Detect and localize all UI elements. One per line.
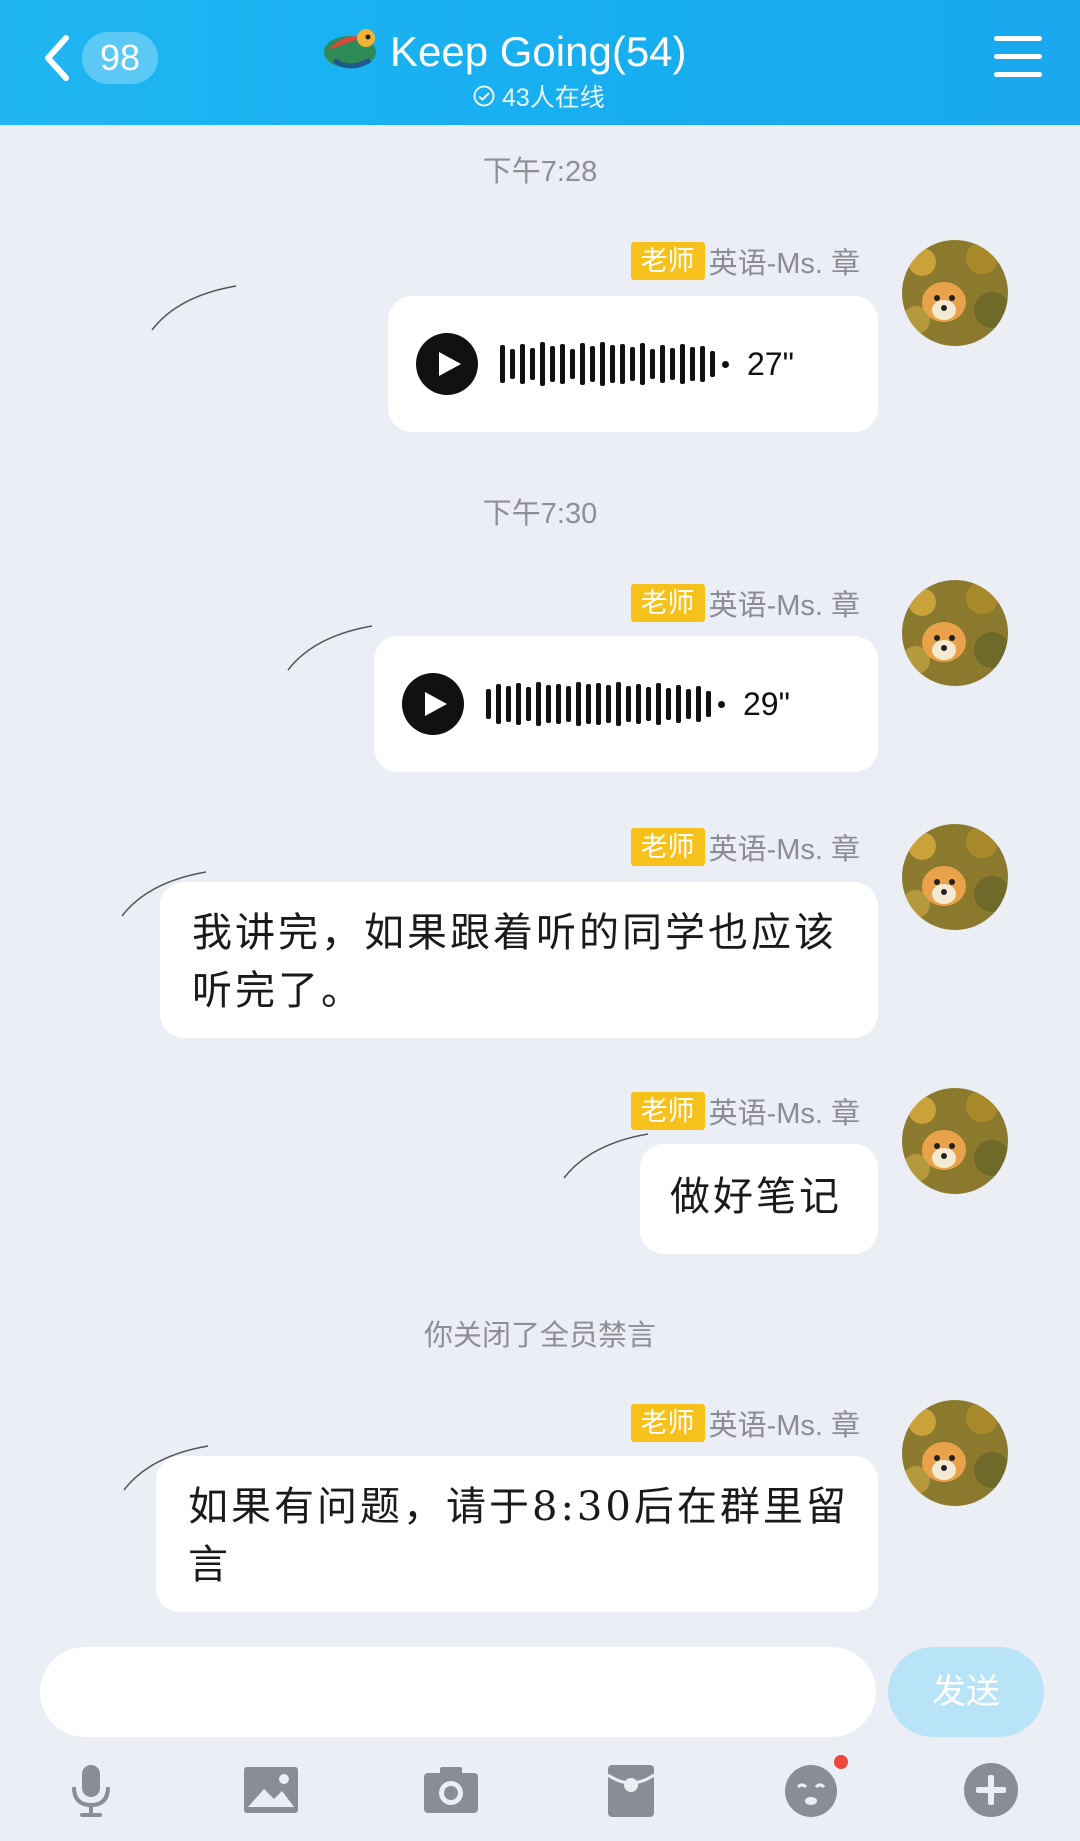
bubble-tail-line: [563, 1133, 649, 1179]
input-toolbar: [0, 1755, 1080, 1835]
message-text: 我讲完，如果跟着听的同学也应该听完了。: [192, 910, 837, 1014]
sender-avatar[interactable]: [902, 1088, 1008, 1194]
sender-name: 英语-Ms. 章: [708, 248, 860, 280]
role-badge: 老师: [630, 1092, 705, 1130]
voice-message-bubble[interactable]: 27": [388, 296, 878, 432]
group-title: Keep Going(54): [390, 28, 687, 75]
sender-name: 英语-Ms. 章: [708, 1410, 860, 1442]
sender-line: 老师 英语-Ms. 章: [630, 240, 860, 282]
online-count: 43人在线: [502, 84, 605, 112]
sender-name: 英语-Ms. 章: [708, 834, 860, 866]
sender-name: 英语-Ms. 章: [708, 590, 860, 622]
voice-waveform: [500, 342, 729, 386]
red-packet-icon[interactable]: [596, 1755, 666, 1825]
unread-count-badge: 98: [82, 32, 159, 84]
role-badge: 老师: [630, 1404, 705, 1442]
emoji-icon[interactable]: [776, 1755, 848, 1825]
text-message-bubble[interactable]: 做好笔记: [640, 1144, 878, 1254]
play-icon[interactable]: [416, 333, 478, 395]
sender-avatar[interactable]: [902, 824, 1008, 930]
message-text: 如果有问题，请于8:30后在群里留言: [188, 1484, 849, 1588]
online-status: 43人在线: [472, 78, 605, 114]
group-avatar-icon: [324, 29, 376, 69]
message-input[interactable]: [40, 1647, 876, 1737]
chat-header: 98 Keep Going(54) 43人在线: [0, 0, 1080, 125]
check-circle-icon: [473, 85, 495, 107]
bubble-tail-line: [151, 285, 237, 331]
voice-duration: 29": [743, 685, 790, 722]
role-badge: 老师: [630, 242, 705, 280]
chat-title-area[interactable]: Keep Going(54) 43人在线: [320, 12, 760, 112]
timestamp: 下午7:30: [482, 498, 598, 530]
timestamp: 下午7:28: [482, 156, 598, 188]
sender-line: 老师 英语-Ms. 章: [630, 582, 860, 624]
camera-icon[interactable]: [416, 1755, 486, 1825]
play-icon[interactable]: [402, 673, 464, 735]
text-message-bubble[interactable]: 如果有问题，请于8:30后在群里留言: [156, 1456, 878, 1612]
chat-screen: 98 Keep Going(54) 43人在线 下午7:28 老师 英语-Ms.…: [0, 0, 1080, 1841]
send-button[interactable]: 发送: [888, 1647, 1044, 1737]
system-message: 你关闭了全员禁言: [423, 1320, 656, 1352]
bubble-tail-line: [287, 625, 373, 671]
message-text: 做好笔记: [670, 1174, 842, 1220]
sender-line: 老师 英语-Ms. 章: [630, 1402, 860, 1444]
microphone-icon[interactable]: [56, 1755, 126, 1825]
voice-waveform: [486, 682, 725, 726]
role-badge: 老师: [630, 584, 705, 622]
voice-message-bubble[interactable]: 29": [374, 636, 878, 772]
role-badge: 老师: [630, 828, 705, 866]
sender-line: 老师 英语-Ms. 章: [630, 826, 860, 868]
sender-avatar[interactable]: [902, 580, 1008, 686]
plus-icon[interactable]: [956, 1755, 1026, 1825]
sender-avatar[interactable]: [902, 240, 1008, 346]
voice-duration: 27": [747, 345, 794, 382]
chevron-left-icon: [45, 35, 69, 81]
sender-name: 英语-Ms. 章: [708, 1098, 860, 1130]
back-button[interactable]: 98: [40, 30, 170, 86]
menu-icon[interactable]: [994, 36, 1042, 80]
notification-dot: [834, 1755, 848, 1769]
sender-avatar[interactable]: [902, 1400, 1008, 1506]
sender-line: 老师 英语-Ms. 章: [630, 1090, 860, 1132]
text-message-bubble[interactable]: 我讲完，如果跟着听的同学也应该听完了。: [160, 882, 878, 1038]
image-icon[interactable]: [236, 1755, 306, 1825]
